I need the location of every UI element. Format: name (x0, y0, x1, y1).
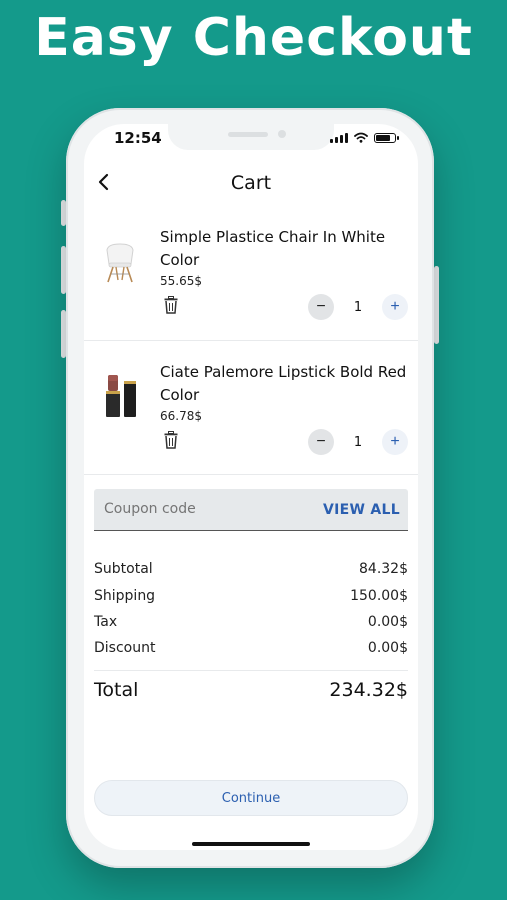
item-price: 55.65$ (160, 274, 202, 288)
total-row: Total 234.32$ (94, 679, 408, 701)
status-icons (330, 132, 399, 143)
quantity-value: 1 (353, 299, 363, 315)
item-price: 66.78$ (160, 409, 202, 423)
chair-image (94, 236, 146, 286)
total-value: 234.32$ (329, 679, 408, 701)
item-name[interactable]: Simple Plastice Chair In White Color (160, 226, 410, 272)
page-title: Cart (230, 172, 272, 194)
signal-icon (330, 133, 348, 143)
power-button (434, 266, 439, 344)
view-all-button[interactable]: VIEW ALL (323, 502, 400, 518)
status-time: 12:54 (114, 129, 162, 147)
wifi-icon (354, 132, 368, 143)
quantity-value: 1 (353, 434, 363, 450)
battery-icon (374, 133, 399, 143)
lipstick-image (94, 371, 146, 421)
decrease-button[interactable]: − (308, 294, 334, 320)
coupon-input[interactable] (104, 501, 304, 517)
coupon-field: VIEW ALL (94, 489, 408, 531)
item-name[interactable]: Ciate Palemore Lipstick Bold Red Color (160, 361, 410, 407)
shipping-label: Shipping (94, 588, 156, 604)
divider (94, 670, 408, 671)
discount-row: Discount 0.00$ (94, 640, 408, 656)
decrease-button[interactable]: − (308, 429, 334, 455)
increase-button[interactable]: + (382, 429, 408, 455)
headline: Easy Checkout (34, 8, 473, 68)
tax-value: 0.00$ (367, 614, 408, 630)
subtotal-label: Subtotal (94, 561, 153, 577)
discount-label: Discount (94, 640, 156, 656)
tax-row: Tax 0.00$ (94, 614, 408, 630)
home-indicator (192, 842, 310, 846)
discount-value: 0.00$ (367, 640, 408, 656)
tax-label: Tax (94, 614, 118, 630)
divider (84, 474, 418, 475)
subtotal-value: 84.32$ (359, 561, 408, 577)
continue-button[interactable]: Continue (94, 780, 408, 816)
shipping-value: 150.00$ (350, 588, 408, 604)
quantity-stepper: − 1 + (308, 294, 408, 320)
divider (84, 340, 418, 341)
shipping-row: Shipping 150.00$ (94, 588, 408, 604)
trash-icon[interactable] (164, 431, 178, 449)
speaker (228, 132, 268, 137)
subtotal-row: Subtotal 84.32$ (94, 561, 408, 577)
quantity-stepper: − 1 + (308, 429, 408, 455)
trash-icon[interactable] (164, 296, 178, 314)
increase-button[interactable]: + (382, 294, 408, 320)
camera (278, 130, 286, 138)
app-screen: 12:54 Cart Simple Plastice Chair In Whit… (84, 124, 418, 850)
notch (168, 124, 334, 150)
total-label: Total (94, 679, 139, 701)
